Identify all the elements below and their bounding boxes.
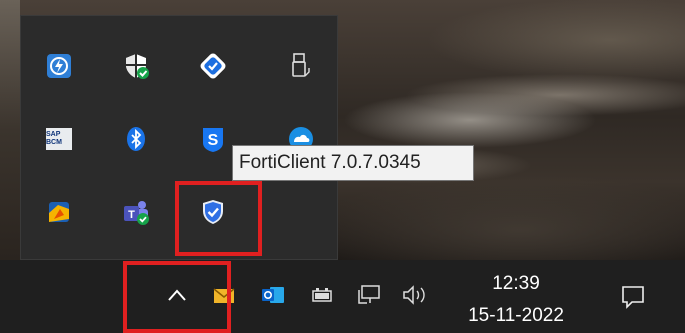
chevron-highlight-box — [123, 261, 231, 333]
sap-bcm-icon[interactable]: SAP BCM — [39, 119, 79, 159]
forticlient-highlight-box — [175, 181, 262, 256]
svg-text:T: T — [128, 209, 135, 221]
clock-date[interactable]: 15-11-2022 — [456, 305, 576, 327]
s-app-icon[interactable]: S — [193, 119, 233, 159]
teams-icon[interactable]: T — [116, 192, 156, 232]
dell-power-manager-icon[interactable] — [39, 46, 79, 86]
outlook-icon[interactable] — [256, 278, 290, 312]
diamond-app-icon[interactable] — [193, 46, 233, 86]
volume-icon[interactable] — [396, 278, 436, 312]
network-icon[interactable] — [352, 278, 386, 312]
power-app-icon[interactable] — [39, 192, 79, 232]
bluetooth-icon[interactable] — [116, 119, 156, 159]
desktop-wallpaper-edge — [0, 0, 20, 260]
taskbar: 12:39 15-11-2022 — [0, 260, 685, 333]
s-app-letter: S — [208, 132, 219, 149]
action-center-button[interactable] — [613, 278, 653, 316]
battery-icon[interactable] — [305, 278, 339, 312]
sap-bcm-label: SAP BCM — [46, 131, 62, 146]
clock-time[interactable]: 12:39 — [456, 273, 576, 295]
windows-security-icon[interactable] — [116, 46, 156, 86]
forticlient-tooltip: FortiClient 7.0.7.0345 — [232, 145, 474, 181]
usb-device-icon[interactable] — [281, 46, 321, 86]
